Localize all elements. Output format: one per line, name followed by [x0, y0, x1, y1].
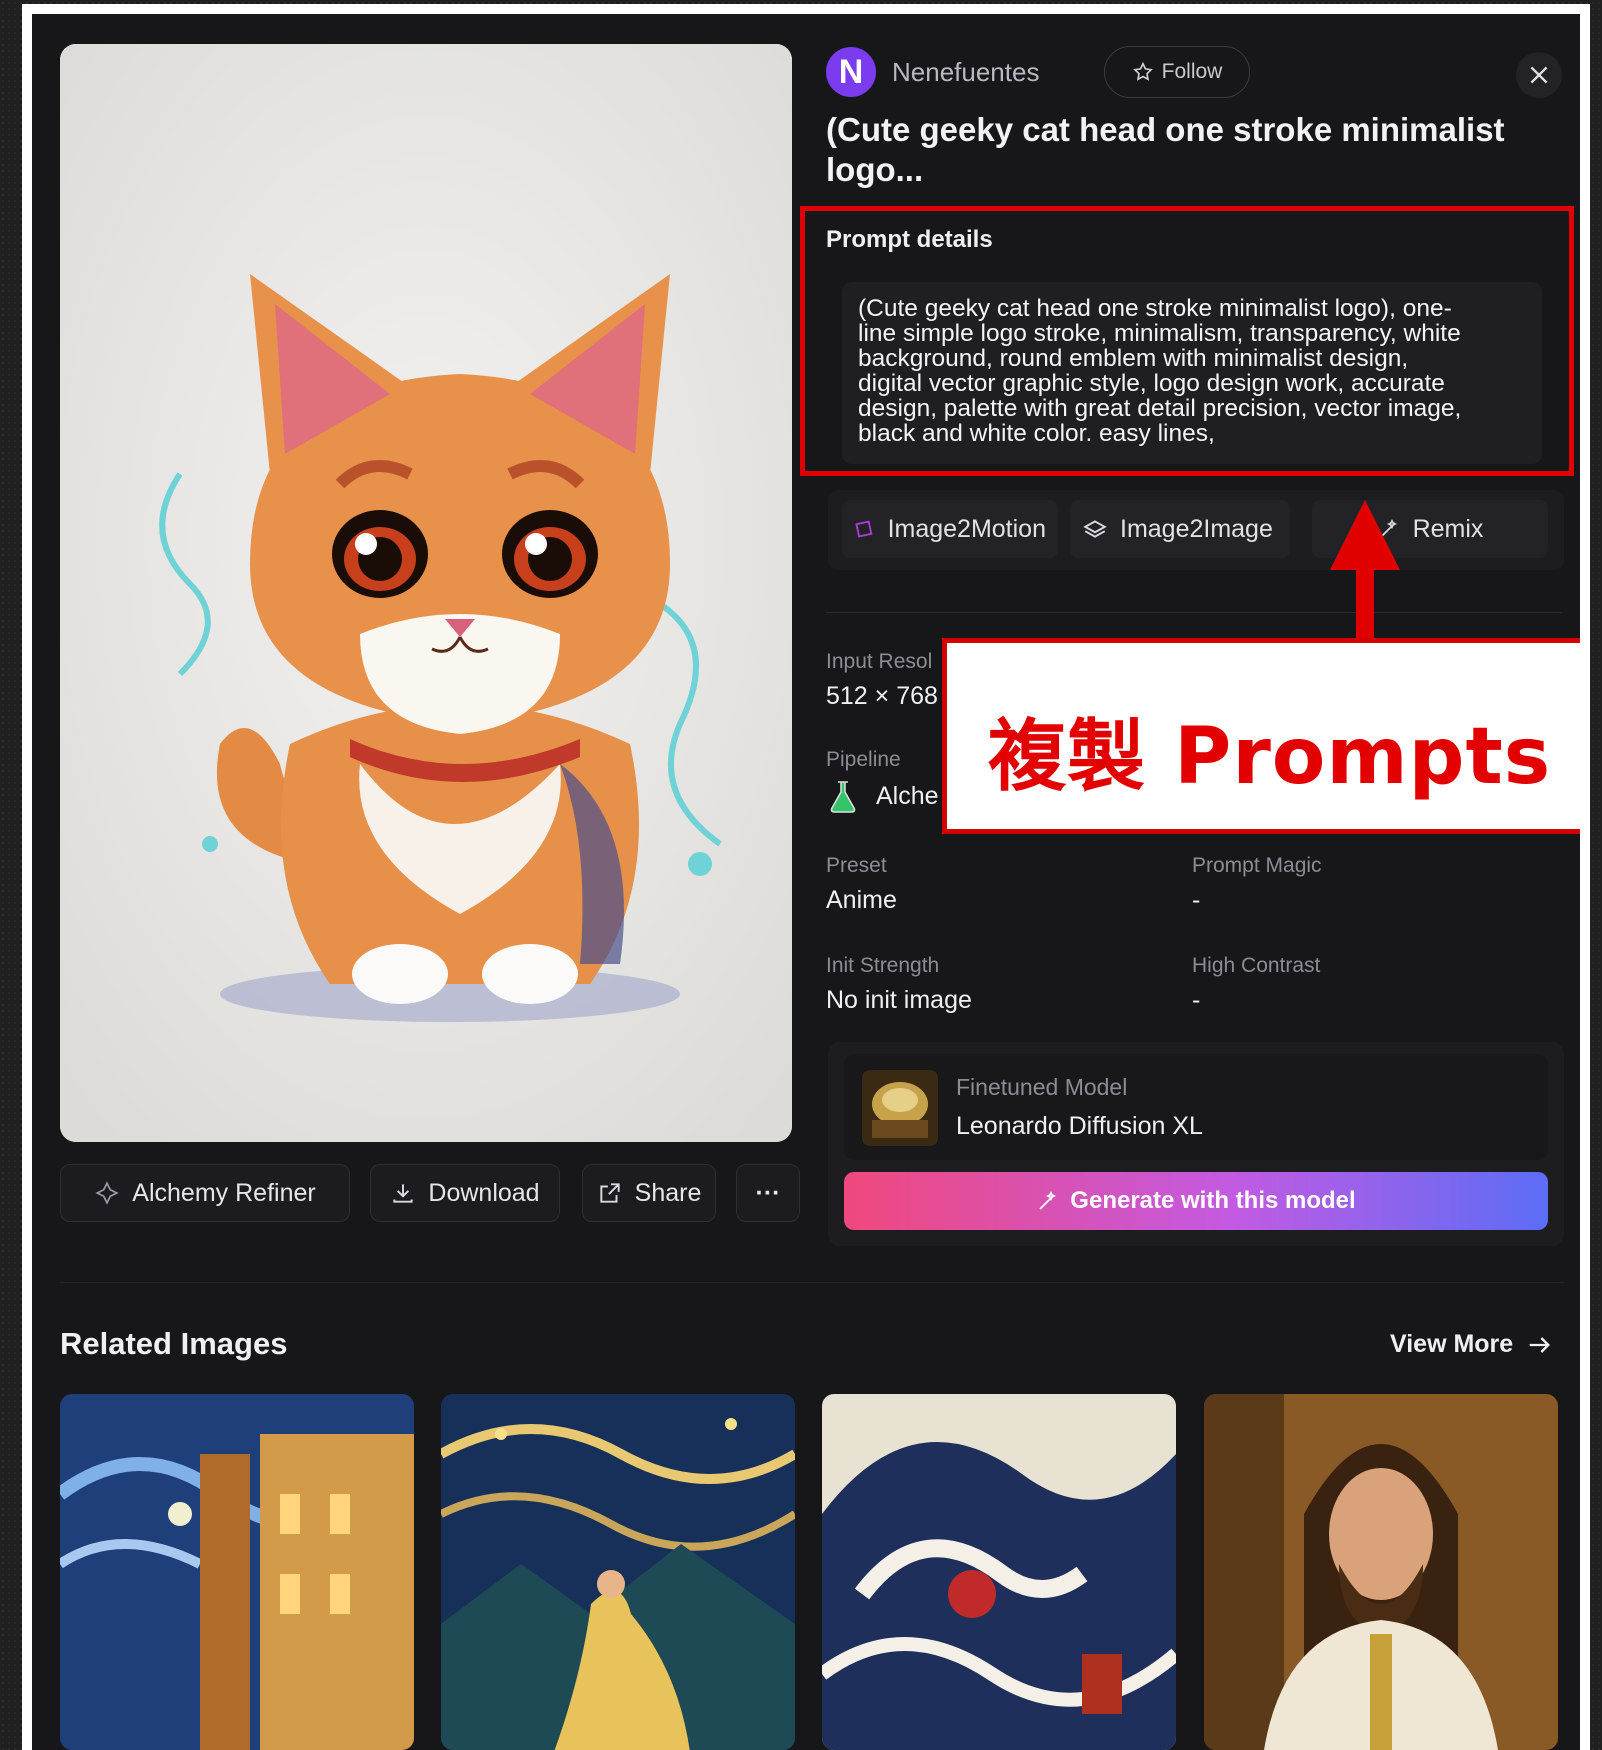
related-image-thumbnail[interactable]	[1204, 1394, 1558, 1750]
close-icon	[1530, 66, 1548, 84]
main-generated-image[interactable]	[60, 44, 792, 1142]
star-icon	[1132, 61, 1153, 81]
arrow-right-icon	[1529, 1336, 1551, 1353]
related-image-thumbnail[interactable]	[60, 1394, 414, 1750]
film-icon	[855, 520, 873, 538]
finetuned-model-item[interactable]	[844, 1054, 1548, 1160]
pipeline-label: Pipeline	[826, 748, 901, 771]
image-title: (Cute geeky cat head one stroke minimali…	[826, 111, 1505, 188]
share-button[interactable]: Share	[582, 1164, 716, 1222]
layers-icon	[1083, 520, 1107, 538]
alchemy-refiner-button[interactable]: Alchemy Refiner	[60, 1164, 350, 1222]
author-name: Nenefuentes	[892, 56, 1040, 87]
tool-row: Image2Motion Image2Image Remix	[828, 490, 1564, 570]
prompt-magic-value: -	[1192, 886, 1201, 914]
image-action-bar: Alchemy Refiner Download Share ···	[60, 1164, 800, 1222]
more-options-button[interactable]: ···	[736, 1164, 800, 1222]
alchemy-icon	[95, 1181, 119, 1205]
alchemy-refiner-label: Alchemy Refiner	[132, 1178, 316, 1207]
avatar: N	[826, 47, 876, 97]
section-divider	[826, 612, 1562, 613]
author-info[interactable]: N Nenefuentes	[826, 44, 1039, 100]
magic-wand-icon	[1039, 1190, 1057, 1210]
image2motion-label: Image2Motion	[887, 514, 1046, 543]
init-strength-value: No init image	[826, 986, 972, 1014]
more-options-icon: ···	[755, 1178, 781, 1207]
close-button[interactable]	[1516, 52, 1562, 98]
image-detail-modal: Alchemy Refiner Download Share ··· N Nen…	[32, 14, 1580, 1750]
preset-label: Preset	[826, 854, 887, 877]
flask-icon	[828, 778, 858, 819]
generate-label: Generate with this model	[1070, 1187, 1356, 1214]
finetuned-model-label: Finetuned Model	[956, 1074, 1128, 1100]
annotation-arrow-icon	[1330, 500, 1400, 570]
related-image-thumbnail[interactable]	[441, 1394, 795, 1750]
cat-illustration	[60, 44, 792, 1142]
finetuned-model-name: Leonardo Diffusion XL	[956, 1112, 1203, 1140]
pipeline-value: Alche	[876, 782, 939, 810]
view-more-link[interactable]: View More	[1390, 1330, 1553, 1359]
input-resolution-label: Input Resol	[826, 650, 933, 673]
share-label: Share	[634, 1178, 702, 1207]
image2image-label: Image2Image	[1120, 514, 1273, 543]
image2image-button[interactable]: Image2Image	[1070, 500, 1290, 558]
related-image-thumbnail[interactable]	[822, 1394, 1176, 1750]
follow-label: Follow	[1161, 60, 1223, 83]
view-more-label: View More	[1390, 1330, 1514, 1358]
prompt-magic-label: Prompt Magic	[1192, 854, 1322, 877]
follow-button[interactable]: Follow	[1104, 46, 1250, 98]
share-icon	[599, 1183, 620, 1203]
high-contrast-label: High Contrast	[1192, 954, 1321, 977]
model-thumbnail	[862, 1070, 938, 1146]
high-contrast-value: -	[1192, 986, 1201, 1014]
image2motion-button[interactable]: Image2Motion	[842, 500, 1058, 558]
related-images-heading: Related Images	[60, 1326, 288, 1361]
annotation-text: 複製 Prompts	[988, 712, 1552, 802]
related-divider	[60, 1282, 1564, 1283]
input-resolution-value: 512 × 768	[826, 682, 938, 710]
generate-with-model-button[interactable]: Generate with this model	[844, 1172, 1548, 1230]
download-label: Download	[428, 1178, 540, 1207]
download-icon	[393, 1184, 414, 1203]
remix-label: Remix	[1412, 514, 1484, 543]
preset-value: Anime	[826, 886, 897, 914]
init-strength-label: Init Strength	[826, 954, 940, 977]
prompt-highlight-box	[800, 206, 1574, 476]
download-button[interactable]: Download	[370, 1164, 560, 1222]
